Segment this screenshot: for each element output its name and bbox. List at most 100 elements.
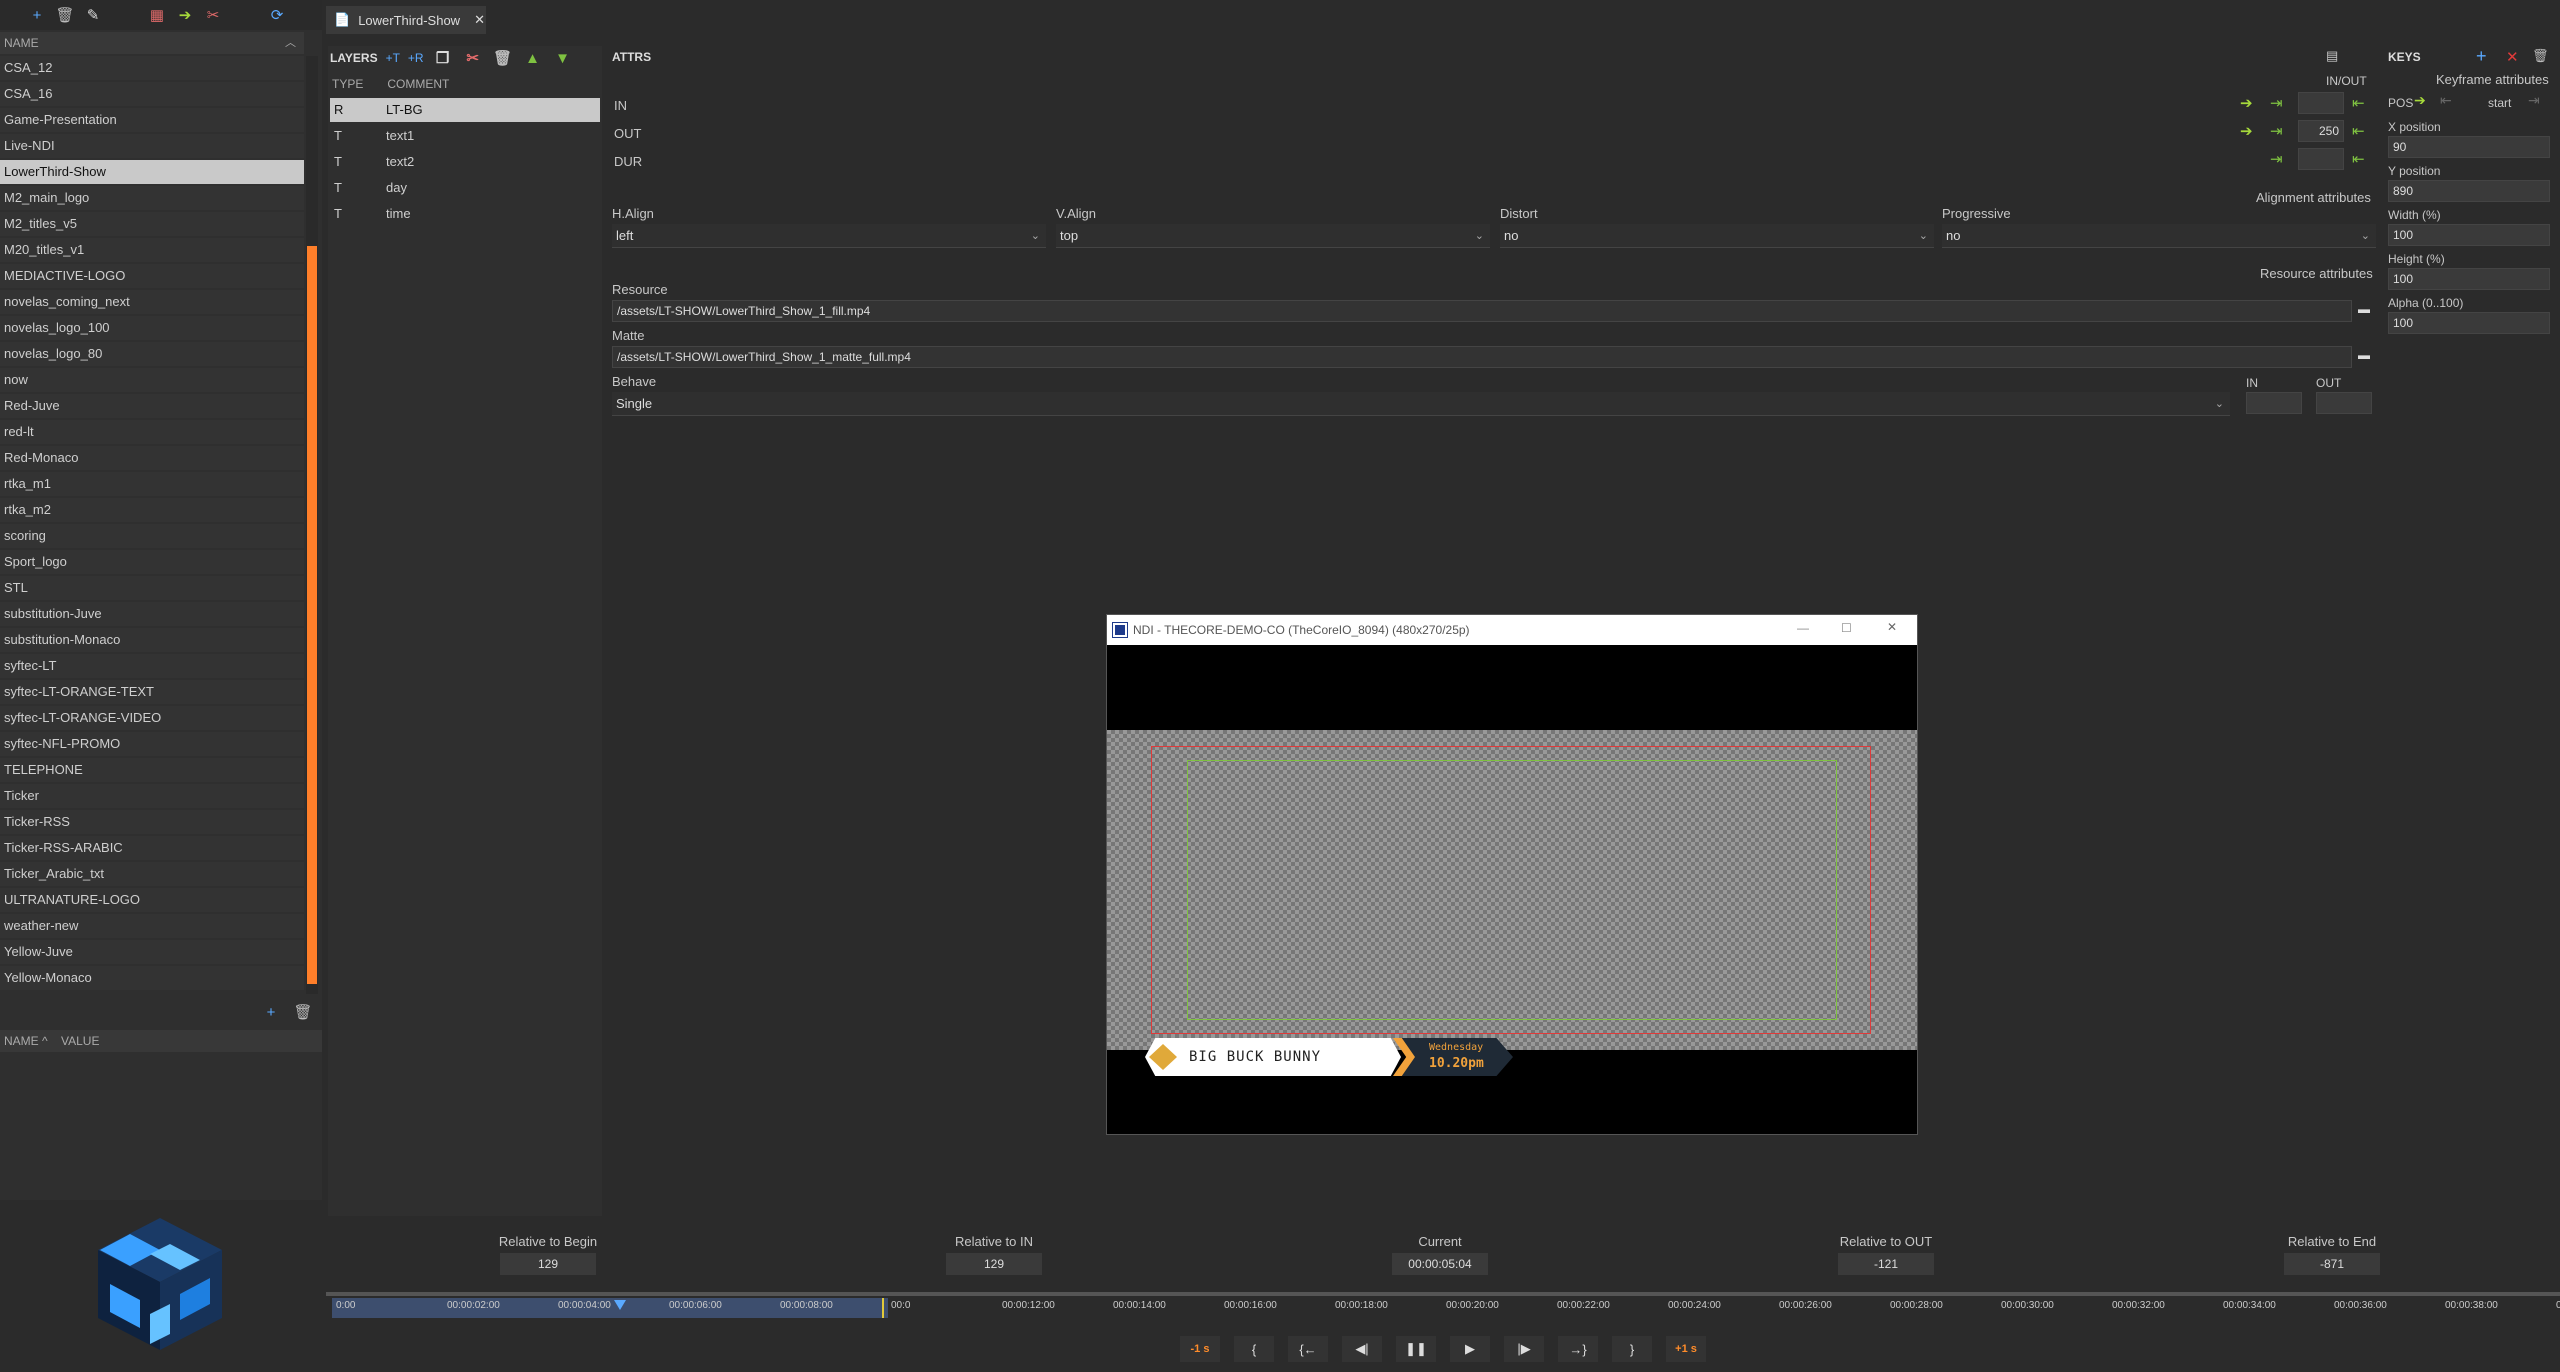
- maximize-icon[interactable]: ☐: [1841, 621, 1852, 635]
- rundown-item[interactable]: M20_titles_v1: [0, 238, 304, 262]
- preview-titlebar[interactable]: NDI - THECORE-DEMO-CO (TheCoreIO_8094) (…: [1107, 615, 1917, 645]
- rundown-item[interactable]: M2_titles_v5: [0, 212, 304, 236]
- delete-icon[interactable]: 🗑: [2532, 48, 2549, 64]
- matte-path-field[interactable]: /assets/LT-SHOW/LowerThird_Show_1_matte_…: [612, 346, 2352, 368]
- layer-row[interactable]: R LT-BG: [330, 98, 600, 122]
- rundown-item[interactable]: Ticker: [0, 784, 304, 808]
- type-column[interactable]: TYPE: [328, 74, 384, 94]
- rundown-item[interactable]: scoring: [0, 524, 304, 548]
- rundown-item[interactable]: Ticker-RSS-ARABIC: [0, 836, 304, 860]
- rundown-item[interactable]: Ticker_Arabic_txt: [0, 862, 304, 886]
- y-position-field[interactable]: 890: [2388, 180, 2550, 202]
- goto-in-icon[interactable]: ⇤: [2352, 94, 2365, 112]
- timeline-scrubber[interactable]: 0:00 00:00:02:00 00:00:04:00 00:00:06:00 00:…: [326, 1288, 2560, 1328]
- move-up-icon[interactable]: ▲: [522, 47, 544, 69]
- rundown-item[interactable]: MEDIACTIVE-LOGO: [0, 264, 304, 288]
- rundown-item[interactable]: Red-Monaco: [0, 446, 304, 470]
- height-field[interactable]: 100: [2388, 268, 2550, 290]
- cue-pos-icon[interactable]: ➔: [2414, 92, 2426, 109]
- width-field[interactable]: 100: [2388, 224, 2550, 246]
- step-back-button[interactable]: ◀|: [1342, 1336, 1382, 1362]
- rundown-item[interactable]: red-lt: [0, 420, 304, 444]
- rundown-item[interactable]: rtka_m1: [0, 472, 304, 496]
- rundown-item[interactable]: STL: [0, 576, 304, 600]
- rundown-item[interactable]: syftec-NFL-PROMO: [0, 732, 304, 756]
- rundown-item[interactable]: novelas_logo_80: [0, 342, 304, 366]
- layer-row[interactable]: Ttext2: [330, 150, 600, 174]
- next-key-icon[interactable]: ⇥: [2528, 92, 2540, 109]
- rundown-item[interactable]: CSA_12: [0, 56, 304, 80]
- cut-icon[interactable]: ✂: [462, 47, 484, 69]
- rundown-item[interactable]: substitution-Monaco: [0, 628, 304, 652]
- ndi-preview-window[interactable]: NDI - THECORE-DEMO-CO (TheCoreIO_8094) (…: [1106, 614, 1918, 1135]
- rundown-item[interactable]: Game-Presentation: [0, 108, 304, 132]
- browse-resource-icon[interactable]: ▬: [2358, 302, 2370, 316]
- rundown-item[interactable]: weather-new: [0, 914, 304, 938]
- rundown-item[interactable]: CSA_16: [0, 82, 304, 106]
- prop-value-column[interactable]: VALUE: [61, 1034, 99, 1048]
- set-out-icon[interactable]: ⇥: [2270, 122, 2283, 140]
- copy-icon[interactable]: ❐: [432, 47, 454, 69]
- panel-menu-icon[interactable]: ▤: [2326, 48, 2338, 64]
- progressive-select[interactable]: no ⌄: [1942, 224, 2376, 248]
- cue-icon[interactable]: ➔: [174, 4, 196, 26]
- resource-path-field[interactable]: /assets/LT-SHOW/LowerThird_Show_1_fill.m…: [612, 300, 2352, 322]
- play-button[interactable]: ▶: [1450, 1336, 1490, 1362]
- browse-matte-icon[interactable]: ▬: [2358, 348, 2370, 362]
- document-tab[interactable]: 📄 LowerThird-Show ✕: [326, 6, 486, 34]
- step-forward-button[interactable]: |▶: [1504, 1336, 1544, 1362]
- rundown-item[interactable]: Live-NDI: [0, 134, 304, 158]
- rundown-item[interactable]: Red-Juve: [0, 394, 304, 418]
- out-marker[interactable]: [882, 1298, 884, 1318]
- behave-in-field[interactable]: [2246, 392, 2302, 414]
- rundown-item[interactable]: Ticker-RSS: [0, 810, 304, 834]
- rundown-item[interactable]: rtka_m2: [0, 498, 304, 522]
- goto-dur-icon[interactable]: ⇤: [2352, 150, 2365, 168]
- pause-button[interactable]: ❚❚: [1396, 1336, 1436, 1362]
- mark-out-button[interactable]: }: [1612, 1336, 1652, 1362]
- behave-select[interactable]: Single ⌄: [612, 392, 2230, 416]
- rundown-item[interactable]: Sport_logo: [0, 550, 304, 574]
- rundown-scrollbar-thumb[interactable]: [307, 246, 317, 984]
- rundown-item[interactable]: Yellow-Juve: [0, 940, 304, 964]
- comment-column[interactable]: COMMENT: [387, 77, 449, 91]
- rundown-item[interactable]: ULTRANATURE-LOGO: [0, 888, 304, 912]
- calendar-icon[interactable]: ▦: [146, 4, 168, 26]
- layer-row[interactable]: Tday: [330, 176, 600, 200]
- rundown-item[interactable]: syftec-LT: [0, 654, 304, 678]
- halign-select[interactable]: left ⌄: [612, 224, 1046, 248]
- tools-icon[interactable]: ✂: [202, 4, 224, 26]
- goto-out-icon[interactable]: ⇤: [2352, 122, 2365, 140]
- goto-in-button[interactable]: {←: [1288, 1336, 1328, 1362]
- layer-row[interactable]: Ttext1: [330, 124, 600, 148]
- rundown-item[interactable]: now: [0, 368, 304, 392]
- close-icon[interactable]: ✕: [474, 12, 485, 28]
- cue-in-icon[interactable]: ➔: [2240, 94, 2253, 112]
- x-position-field[interactable]: 90: [2388, 136, 2550, 158]
- edit-icon[interactable]: ✎: [82, 4, 104, 26]
- prev-key-icon[interactable]: ⇤: [2440, 92, 2452, 109]
- rundown-item[interactable]: novelas_logo_100: [0, 316, 304, 340]
- rundown-item[interactable]: syftec-LT-ORANGE-TEXT: [0, 680, 304, 704]
- rundown-item[interactable]: TELEPHONE: [0, 758, 304, 782]
- rundown-item[interactable]: Yellow-Monaco: [0, 966, 304, 990]
- layer-row[interactable]: Ttime: [330, 202, 600, 226]
- alpha-field[interactable]: 100: [2388, 312, 2550, 334]
- behave-out-field[interactable]: [2316, 392, 2372, 414]
- delete-icon[interactable]: 🗑: [492, 47, 514, 69]
- rundown-item[interactable]: syftec-LT-ORANGE-VIDEO: [0, 706, 304, 730]
- rundown-item[interactable]: substitution-Juve: [0, 602, 304, 626]
- add-icon[interactable]: +: [26, 4, 48, 26]
- mark-in-button[interactable]: {: [1234, 1336, 1274, 1362]
- goto-out-button[interactable]: →}: [1558, 1336, 1598, 1362]
- prop-name-column[interactable]: NAME ^: [4, 1034, 48, 1048]
- distort-select[interactable]: no ⌄: [1500, 224, 1934, 248]
- add-key-icon[interactable]: +: [2476, 46, 2487, 67]
- dur-field[interactable]: [2298, 148, 2344, 170]
- close-icon[interactable]: ✕: [1887, 620, 1897, 634]
- out-field[interactable]: 250: [2298, 120, 2344, 142]
- minimize-icon[interactable]: —: [1797, 621, 1809, 635]
- in-field[interactable]: [2298, 92, 2344, 114]
- playhead-marker[interactable]: [614, 1300, 626, 1310]
- add-text-layer-button[interactable]: +T: [386, 51, 400, 65]
